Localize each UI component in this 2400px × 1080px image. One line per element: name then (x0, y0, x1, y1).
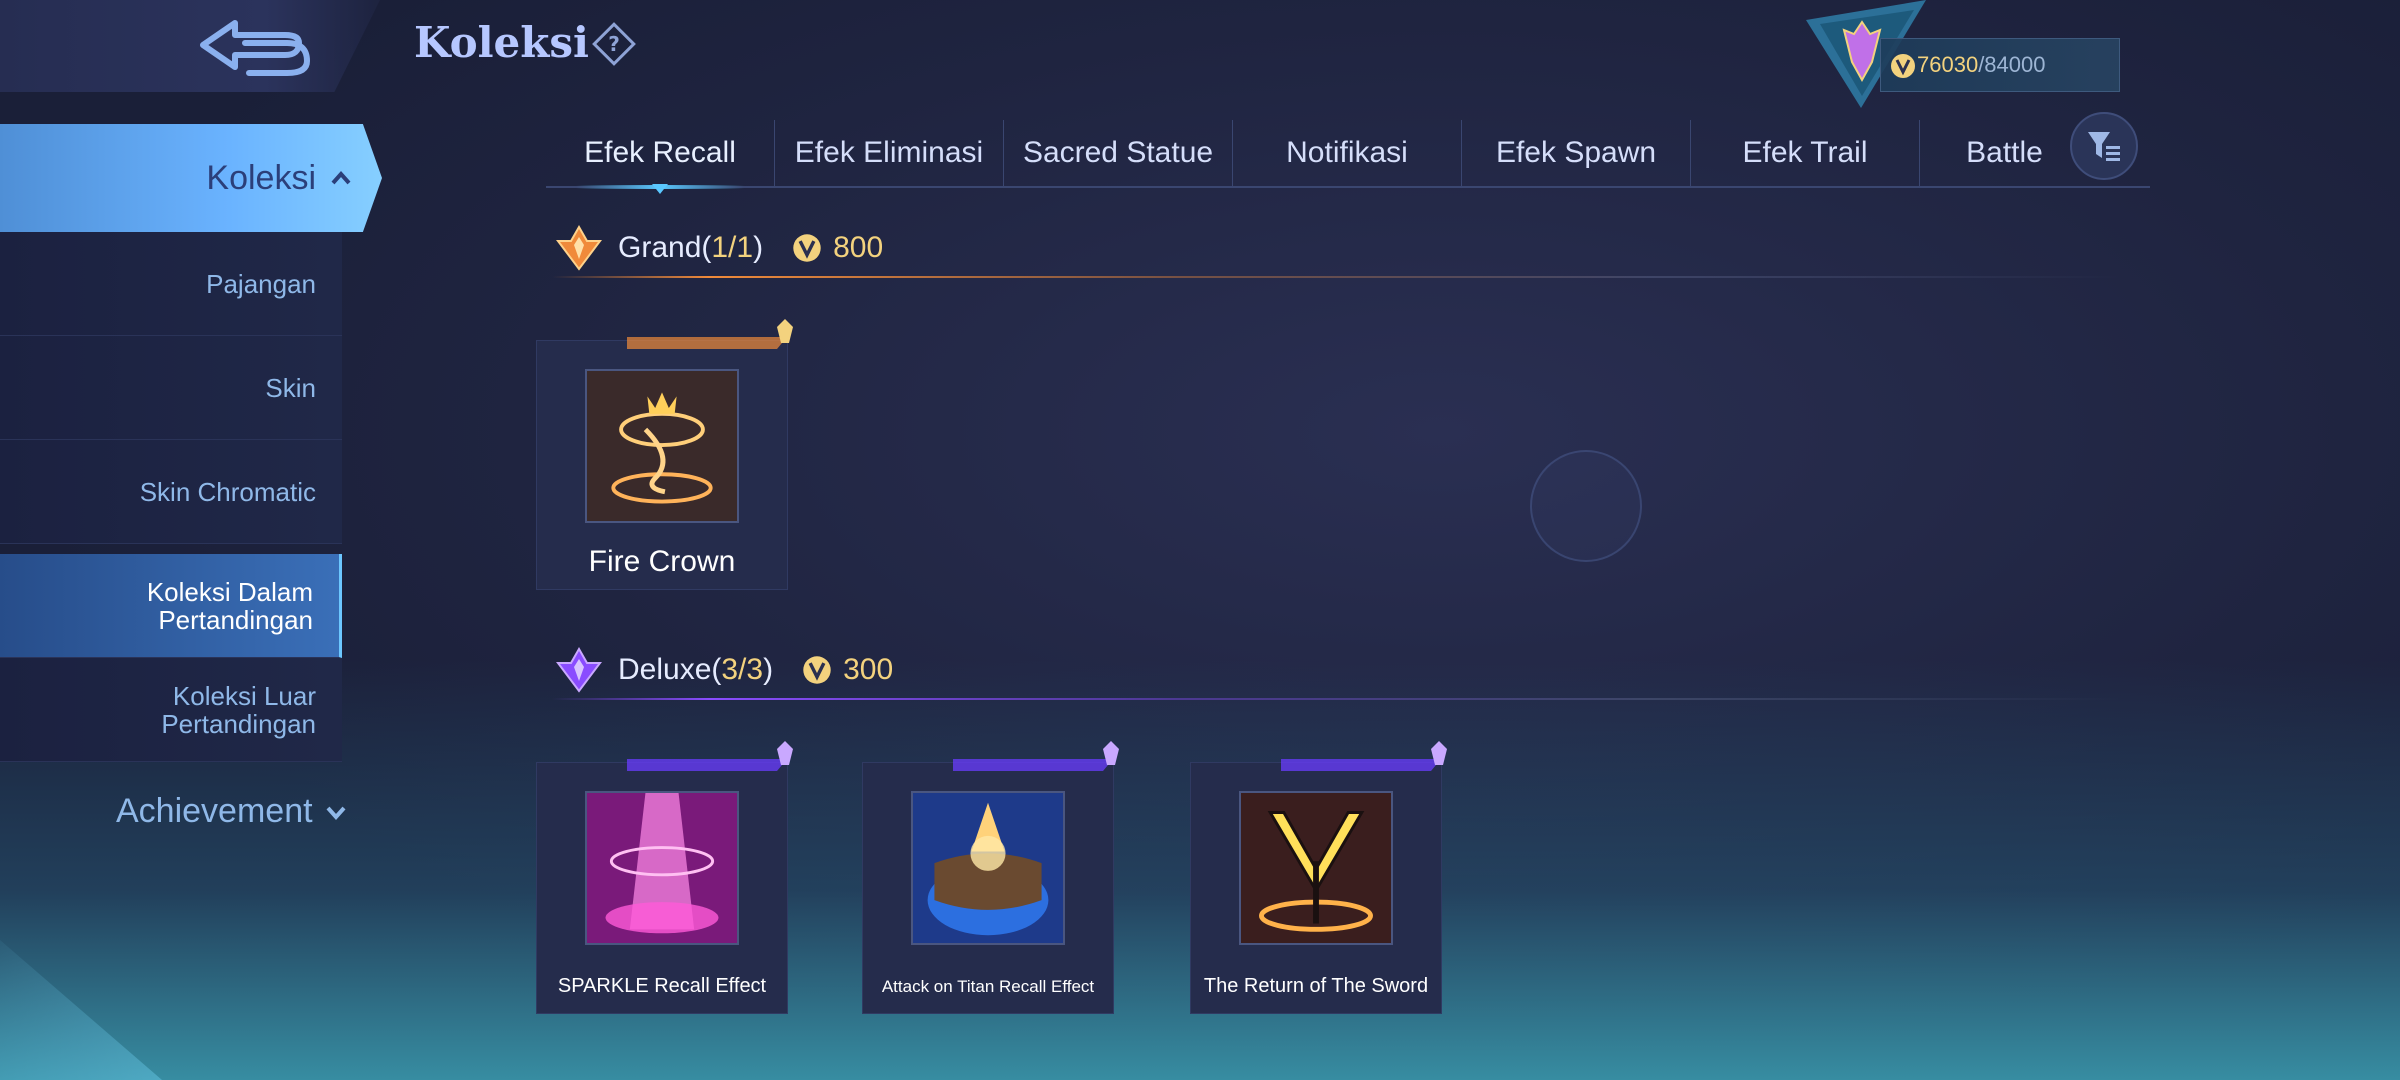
card-name: SPARKLE Recall Effect (557, 975, 767, 997)
tab-label: Efek Spawn (1495, 136, 1657, 169)
background-circle (1530, 450, 1642, 562)
sidebar-item-skin[interactable]: Skin (0, 336, 342, 440)
sidebar-achievement[interactable]: Achievement (116, 792, 347, 831)
section-deluxe-name: Deluxe( (618, 653, 722, 686)
sidebar-item-label: Pajangan (206, 268, 316, 299)
achievement-label: Achievement (116, 792, 313, 830)
background-shard (0, 940, 162, 1080)
help-button[interactable]: ? (590, 20, 638, 68)
tab-label: Sacred Statue (1022, 136, 1214, 169)
card-return-of-the-sword[interactable]: The Return of The Sword (1190, 741, 1447, 1014)
svg-text:?: ? (608, 32, 620, 56)
section-deluxe-price-value: 300 (843, 653, 894, 686)
tab-efek-trail[interactable]: Efek Trail (1691, 120, 1920, 186)
tab-efek-eliminasi[interactable]: Efek Eliminasi (775, 120, 1004, 186)
grand-ribbon-icon (627, 319, 793, 349)
grand-tier-icon (556, 224, 602, 271)
card-attack-on-titan[interactable]: Attack on Titan Recall Effect (862, 741, 1119, 1014)
chevron-up-icon (331, 170, 351, 185)
category-tabs: Efek Recall Efek Eliminasi Sacred Statue… (546, 120, 2150, 194)
deluxe-ribbon-icon (953, 741, 1119, 771)
sidebar-item-koleksi-luar[interactable]: Koleksi Luar Pertandingan (0, 658, 342, 762)
card-name: The Return of The Sword (1203, 975, 1429, 997)
sidebar-item-pajangan[interactable]: Pajangan (0, 232, 342, 336)
section-deluxe-divider (552, 698, 2122, 700)
battle-point-icon (1891, 54, 1915, 78)
section-deluxe-count: 3/3 (721, 653, 764, 686)
section-grand-name: Grand( (618, 231, 712, 264)
section-deluxe-title: Deluxe(3/3) (618, 653, 773, 687)
sword-thumbnail-icon (1239, 791, 1393, 945)
page-title: Koleksi (414, 18, 589, 67)
tab-efek-recall[interactable]: Efek Recall (546, 120, 775, 194)
card-sparkle[interactable]: SPARKLE Recall Effect (536, 741, 793, 1014)
card-name: Fire Crown (588, 545, 736, 578)
section-grand-title: Grand(1/1) (618, 231, 763, 265)
section-grand-count: 1/1 (711, 231, 754, 264)
sidebar-item-skin-chromatic[interactable]: Skin Chromatic (0, 440, 342, 544)
currency-value: 76030 (1917, 52, 1979, 77)
battle-point-icon (803, 656, 831, 684)
sidebar-item-koleksi-dalam[interactable]: Koleksi Dalam Pertandingan (0, 554, 342, 658)
section-grand-header: Grand(1/1) 800 (552, 218, 2122, 278)
card-fire-crown[interactable]: Fire Crown (536, 319, 793, 590)
deluxe-ribbon-icon (627, 741, 793, 771)
chevron-down-icon (326, 806, 346, 820)
deluxe-tier-icon (556, 646, 602, 693)
section-grand-price-value: 800 (833, 231, 884, 264)
section-deluxe-close: ) (763, 653, 774, 686)
active-tab-marker-icon (652, 184, 668, 194)
sidebar-main-label: Koleksi (206, 158, 316, 197)
section-grand-close: ) (753, 231, 764, 264)
tab-label: Battle (1966, 136, 2043, 169)
tab-efek-spawn[interactable]: Efek Spawn (1462, 120, 1691, 186)
battle-point-icon (793, 234, 821, 262)
tab-label: Efek Eliminasi (794, 136, 984, 169)
sparkle-thumbnail-icon (585, 791, 739, 945)
back-button[interactable] (190, 12, 320, 82)
sidebar-item-label: Koleksi Luar Pertandingan (161, 680, 316, 739)
tab-label: Notifikasi (1286, 136, 1408, 169)
sidebar-main-koleksi[interactable]: Koleksi (0, 124, 382, 232)
currency-box: 76030/84000 (1880, 38, 2120, 92)
back-arrow-icon (200, 20, 311, 76)
tab-label: Efek Recall (584, 136, 736, 169)
card-name: Attack on Titan Recall Effect (881, 977, 1095, 996)
currency-max: /84000 (1978, 52, 2046, 77)
deluxe-ribbon-icon (1281, 741, 1447, 771)
section-grand-price: 800 (791, 231, 883, 265)
sidebar-item-label: Skin (265, 372, 316, 403)
question-icon: ? (592, 22, 636, 66)
fire-crown-thumbnail-icon (585, 369, 739, 523)
section-deluxe-price: 300 (801, 653, 893, 687)
section-deluxe-header: Deluxe(3/3) 300 (552, 640, 2122, 700)
filter-button[interactable] (2070, 112, 2138, 180)
tab-sacred-statue[interactable]: Sacred Statue (1004, 120, 1233, 186)
tab-notifikasi[interactable]: Notifikasi (1233, 120, 1462, 186)
filter-icon (2088, 132, 2120, 161)
attack-on-titan-thumbnail-icon (911, 791, 1065, 945)
section-grand-divider (552, 276, 2122, 278)
sidebar-item-label: Skin Chromatic (139, 476, 316, 507)
tab-label: Efek Trail (1742, 136, 1868, 169)
sidebar-item-label: Koleksi Dalam Pertandingan (146, 576, 313, 635)
